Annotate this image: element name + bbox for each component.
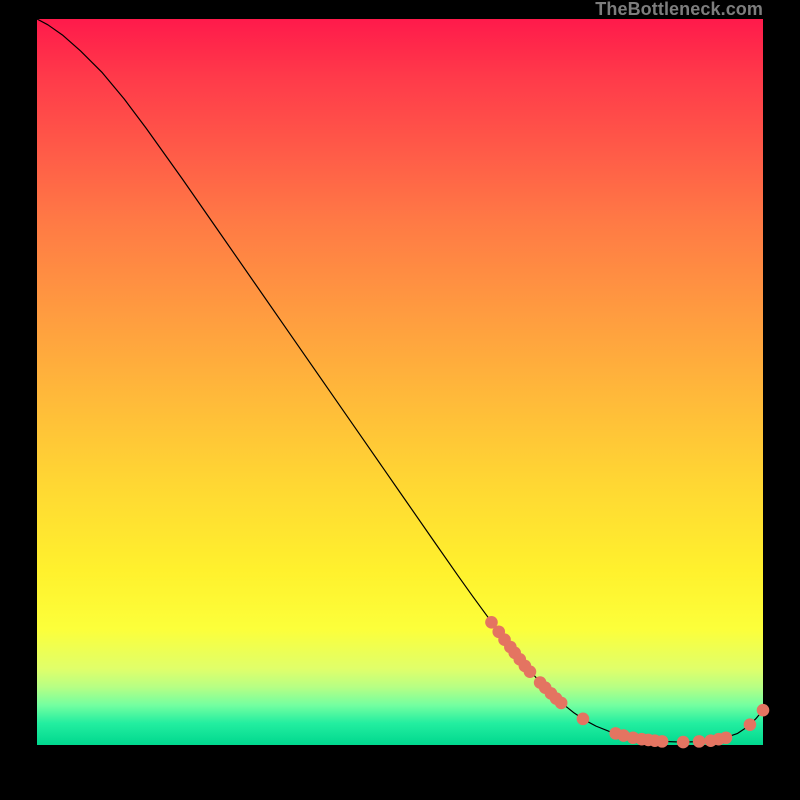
curve-marker: [555, 697, 568, 710]
bottleneck-curve: [37, 19, 763, 742]
curve-marker: [693, 735, 706, 748]
curve-marker: [577, 713, 590, 726]
chart-overlay: [37, 19, 763, 745]
curve-marker: [720, 731, 733, 744]
curve-marker: [677, 736, 690, 749]
watermark-text: TheBottleneck.com: [595, 0, 763, 19]
curve-markers: [485, 616, 769, 748]
curve-marker: [524, 665, 537, 678]
curve-marker: [744, 718, 757, 731]
curve-marker: [656, 735, 669, 748]
curve-marker: [757, 704, 770, 717]
